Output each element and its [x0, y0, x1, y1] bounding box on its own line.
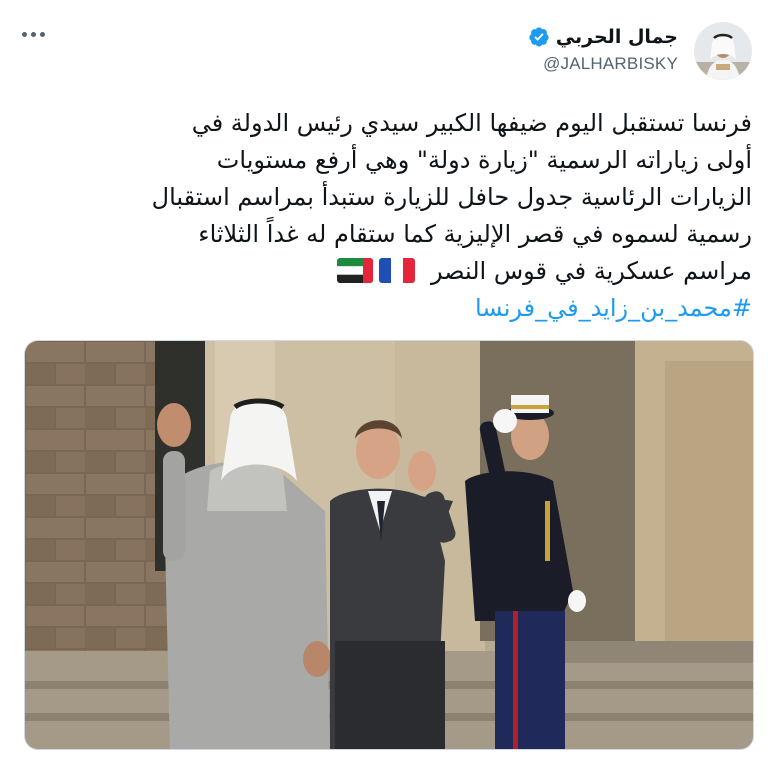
uae-flag-icon	[337, 258, 374, 283]
author-info: جمال الحربي @JALHARBISKY	[528, 26, 678, 74]
tweet-card: جمال الحربي @JALHARBISKY فرنسا تستقبل ال…	[0, 0, 768, 773]
france-flag-icon	[379, 258, 416, 283]
avatar[interactable]	[694, 22, 752, 80]
more-dot	[40, 31, 45, 37]
tweet-photo[interactable]	[24, 340, 754, 750]
more-dot	[22, 31, 27, 37]
tweet-line: الزيارات الرئاسية جدول حافل للزيارة ستبد…	[151, 183, 752, 211]
verified-badge-icon	[529, 27, 549, 47]
more-options-icon[interactable]	[22, 24, 52, 44]
hashtag-link[interactable]: #محمد_بن_زايد_في_فرنسا	[32, 290, 752, 327]
more-dot	[31, 31, 36, 37]
photo-image	[25, 341, 753, 749]
tweet-line: رسمية لسموه في قصر الإليزية كما ستقام له…	[198, 220, 752, 248]
name-row: جمال الحربي	[528, 26, 678, 48]
tweet-text: فرنسا تستقبل اليوم ضيفها الكبير سيدي رئي…	[32, 105, 752, 327]
tweet-line: مراسم عسكرية في قوس النصر	[430, 257, 752, 285]
display-name[interactable]: جمال الحربي	[556, 26, 678, 48]
avatar-image	[694, 22, 752, 80]
tweet-line: فرنسا تستقبل اليوم ضيفها الكبير سيدي رئي…	[191, 109, 752, 137]
tweet-line-with-flags: مراسم عسكرية في قوس النصر	[32, 253, 752, 290]
username-handle[interactable]: @JALHARBISKY	[528, 54, 678, 74]
tweet-line: أولى زياراته الرسمية "زيارة دولة" وهي أر…	[216, 146, 752, 174]
